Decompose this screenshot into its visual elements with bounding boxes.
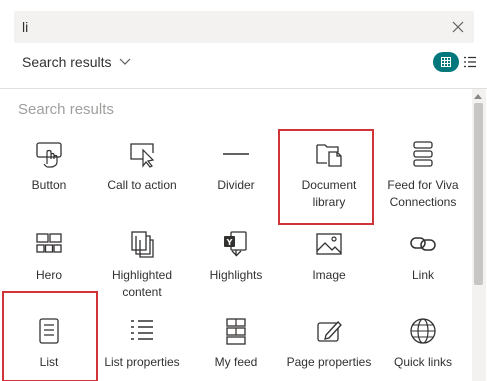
- tile-image[interactable]: Image: [284, 229, 374, 284]
- tile-label: Link: [411, 268, 434, 282]
- close-icon[interactable]: [448, 17, 468, 37]
- list-view-icon[interactable]: [463, 55, 477, 69]
- page-properties-icon: [317, 321, 342, 342]
- tile-label: Divider: [217, 178, 255, 192]
- scroll-thumb[interactable]: [474, 103, 483, 285]
- view-toggle: [433, 52, 477, 72]
- tile-button[interactable]: Button: [4, 139, 94, 194]
- tile-label: My feed: [214, 355, 258, 369]
- button-icon: [36, 142, 62, 168]
- tile-label: Highlighted content: [111, 268, 173, 299]
- my-feed-icon: [226, 318, 246, 345]
- tile-label: List: [39, 355, 59, 369]
- tile-label: Hero: [35, 268, 62, 282]
- panel-heading: Search results: [18, 101, 114, 118]
- document-library-icon: [316, 144, 342, 167]
- tile-call-to-action[interactable]: Call to action: [97, 139, 187, 194]
- quick-links-icon: [410, 318, 436, 344]
- feed-icon: [413, 141, 433, 167]
- tile-list-properties[interactable]: List properties: [97, 316, 187, 371]
- list-properties-icon: [131, 320, 153, 340]
- tile-list[interactable]: List: [4, 316, 94, 371]
- tile-page-properties[interactable]: Page properties: [284, 316, 374, 371]
- tile-label: Quick links: [393, 355, 452, 369]
- tile-label: Page properties: [286, 355, 372, 369]
- tile-highlights[interactable]: Y Highlights: [191, 229, 281, 284]
- tile-label: Button: [31, 178, 67, 192]
- tile-label: Feed for Viva Connections: [387, 178, 459, 209]
- tile-label: List properties: [104, 355, 180, 369]
- scrollbar[interactable]: [472, 89, 486, 381]
- search-input-value[interactable]: li: [22, 19, 28, 35]
- tile-my-feed[interactable]: My feed: [191, 316, 281, 371]
- tile-label: Document library: [301, 178, 357, 209]
- tile-quick-links[interactable]: Quick links: [378, 316, 468, 371]
- call-to-action-icon: [130, 143, 155, 168]
- hero-icon: [36, 233, 62, 253]
- list-icon: [39, 318, 59, 344]
- svg-text:Y: Y: [226, 238, 233, 247]
- divider-icon: [223, 153, 249, 155]
- tile-highlighted-content[interactable]: Highlighted content: [97, 229, 187, 301]
- search-input[interactable]: li: [14, 11, 474, 43]
- tile-divider[interactable]: Divider: [191, 139, 281, 194]
- tile-label: Highlights: [209, 268, 263, 282]
- link-icon: [410, 237, 436, 251]
- grid-view-icon[interactable]: [433, 52, 459, 72]
- results-panel: Search results Button Call to action Div…: [0, 88, 487, 381]
- chevron-down-icon: [119, 53, 131, 71]
- tile-label: Image: [312, 268, 346, 282]
- highlights-icon: Y: [224, 231, 247, 257]
- tile-hero[interactable]: Hero: [4, 229, 94, 284]
- search-results-dropdown[interactable]: Search results: [22, 52, 131, 72]
- highlighted-content-icon: [131, 231, 154, 258]
- scroll-up-icon[interactable]: [474, 94, 482, 99]
- search-results-dropdown-label: Search results: [22, 54, 112, 70]
- tile-link[interactable]: Link: [378, 229, 468, 284]
- tile-label: Call to action: [107, 178, 177, 192]
- tile-document-library[interactable]: Document library: [284, 139, 374, 211]
- tile-feed-for-viva-connections[interactable]: Feed for Viva Connections: [378, 139, 468, 211]
- image-icon: [316, 233, 342, 255]
